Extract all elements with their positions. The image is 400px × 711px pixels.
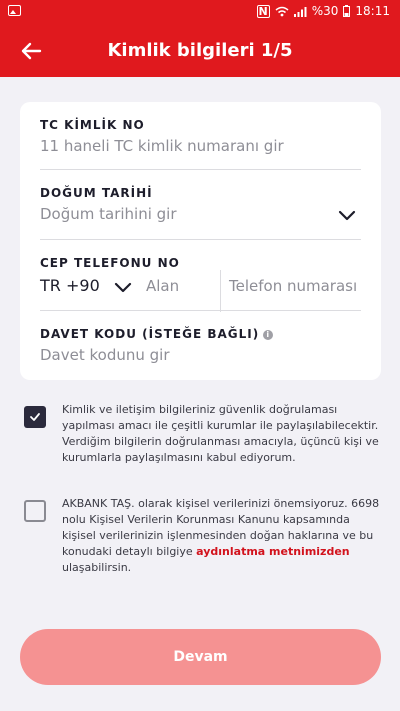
consent-text-verification: Kimlik ve iletişim bilgileriniz güvenlik… (62, 403, 379, 464)
privacy-notice-link[interactable]: aydınlatma metnimizden (196, 545, 349, 558)
nfc-icon: N (256, 4, 270, 18)
phone-number-input[interactable]: Telefon numarası (229, 277, 357, 295)
phone-input-row: TR +90 Alan Telefon numarası (40, 270, 361, 312)
consent-text-kvkk-end: ulaşabilirsin. (62, 561, 132, 574)
divider (40, 169, 361, 170)
birth-date-input[interactable]: Doğum tarihini gir (40, 205, 361, 223)
divider (220, 270, 221, 312)
battery-percent: %30 (311, 4, 339, 18)
divider (40, 239, 361, 240)
status-icons: N %30 18:11 (256, 4, 390, 18)
clock: 18:11 (355, 4, 390, 18)
phone-label: CEP TELEFONU NO (40, 256, 180, 270)
info-icon[interactable]: i (263, 330, 274, 340)
page-title: Kimlik bilgileri 1/5 (107, 40, 293, 61)
tc-input[interactable]: 11 haneli TC kimlik numaranı gir (40, 137, 361, 155)
tc-field[interactable]: TC KİMLİK NO 11 haneli TC kimlik numaran… (40, 118, 361, 155)
invite-code-label: DAVET KODU (İSTEĞE BAĞLI) i (40, 327, 361, 341)
birth-date-label: DOĞUM TARİHİ (40, 186, 153, 200)
invite-code-label-text: DAVET KODU (İSTEĞE BAĞLI) (40, 327, 260, 341)
battery-icon (343, 5, 351, 17)
invite-code-input[interactable]: Davet kodunu gir (40, 346, 361, 364)
invite-code-field[interactable]: DAVET KODU (İSTEĞE BAĞLI) i Davet kodunu … (40, 327, 361, 364)
image-icon (8, 5, 21, 16)
check-icon (30, 413, 40, 421)
chevron-down-icon[interactable] (338, 209, 356, 221)
tc-label: TC KİMLİK NO (40, 118, 145, 132)
divider (40, 310, 361, 311)
phone-field: CEP TELEFONU NO (40, 256, 361, 270)
country-code-select[interactable]: TR +90 (40, 276, 100, 295)
continue-button[interactable]: Devam (20, 629, 381, 685)
app-header: Kimlik bilgileri 1/5 (0, 24, 400, 77)
chevron-down-icon[interactable] (114, 281, 132, 293)
wifi-icon (275, 6, 289, 16)
consent-checkbox-kvkk[interactable] (24, 500, 46, 522)
identity-form-card: TC KİMLİK NO 11 haneli TC kimlik numaran… (20, 102, 381, 380)
signal-icon (293, 6, 307, 17)
birth-date-field[interactable]: DOĞUM TARİHİ Doğum tarihini gir (40, 186, 361, 223)
consent-checkbox-verification[interactable] (24, 406, 46, 428)
area-code-input[interactable]: Alan (146, 277, 179, 295)
consent-text-kvkk: AKBANK TAŞ. olarak kişisel verilerinizi … (62, 496, 382, 576)
status-bar: N %30 18:11 (0, 0, 400, 24)
